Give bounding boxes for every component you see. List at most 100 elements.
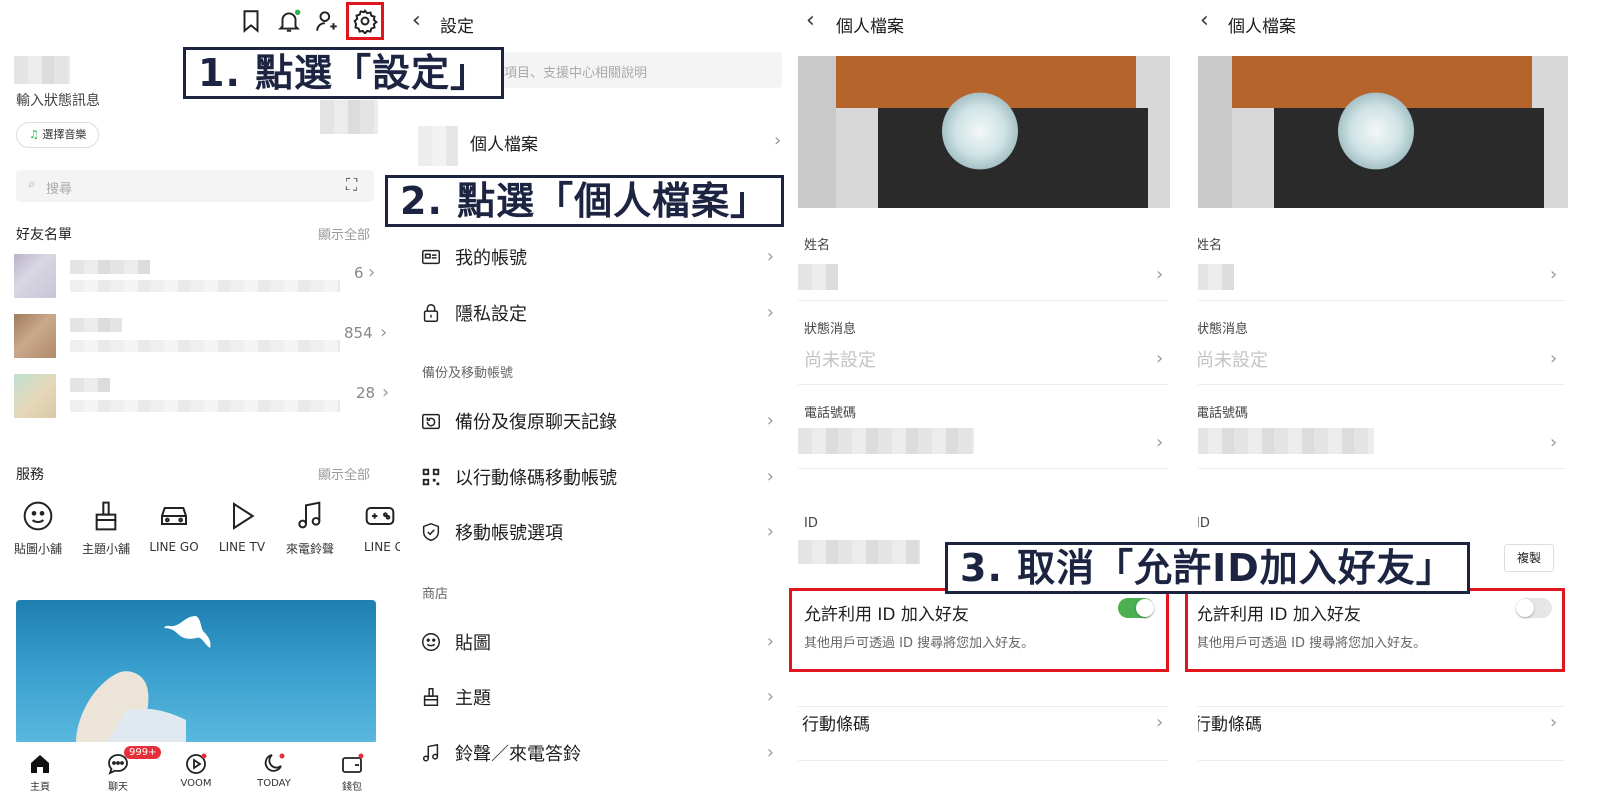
back-arrow-icon[interactable]: ‹ xyxy=(1200,8,1209,33)
profile-screen-after: ‹ 個人檔案 姓名 › 狀態消息 尚未設定 › 電話號碼 › ID 複製 允許利… xyxy=(1198,0,1588,800)
nav-voom[interactable]: VOOM xyxy=(166,752,226,789)
friend-row[interactable]: 6 › xyxy=(14,254,384,302)
chevron-right-icon: › xyxy=(766,410,774,431)
services-header: 服務 xyxy=(16,467,44,483)
divider xyxy=(798,300,1168,301)
qr-code-label[interactable]: 行動條碼 xyxy=(802,710,870,735)
smiley-icon xyxy=(22,501,54,536)
nav-home[interactable]: 主頁 xyxy=(10,752,70,793)
highlight-allow-id-after xyxy=(1185,588,1565,672)
copy-id-button[interactable]: 複製 xyxy=(1504,544,1554,572)
chevron-right-icon: › xyxy=(1156,264,1164,285)
friend-name-blurred xyxy=(70,260,150,274)
service-theme-shop[interactable]: 主題小舖 xyxy=(74,500,138,557)
friend-status-blurred xyxy=(70,340,340,352)
profile-item-label: 個人檔案 xyxy=(470,135,538,155)
back-arrow-icon[interactable]: ‹ xyxy=(412,8,421,33)
avatar xyxy=(14,314,56,358)
settings-item-my-account[interactable]: 我的帳號 › xyxy=(420,238,780,278)
highlight-allow-id-before xyxy=(789,588,1169,672)
friends-header: 好友名單 xyxy=(16,227,72,243)
chevron-right-icon: › xyxy=(1550,264,1558,285)
profile-settings-row[interactable]: 個人檔案 › xyxy=(418,126,788,170)
divider xyxy=(798,760,1168,761)
home-screen: 輸入狀態訊息 ♫ 選擇音樂 ⌕ 搜尋 ⛶ 好友名單 顯示全部 6 › 854 ›… xyxy=(0,0,400,800)
id-label: ID xyxy=(1198,516,1210,531)
settings-item-themes[interactable]: 主題 › xyxy=(420,678,780,718)
settings-item-ringtones[interactable]: 鈴聲／來電答鈴 › xyxy=(420,734,780,774)
nav-wallet[interactable]: 錢包 xyxy=(322,752,382,793)
settings-item-transfer-options[interactable]: 移動帳號選項 › xyxy=(420,513,780,553)
service-line-game[interactable]: LINE GAMI xyxy=(346,500,400,556)
game-icon xyxy=(364,507,396,536)
name-label: 姓名 xyxy=(804,238,831,253)
profile-cover-image[interactable] xyxy=(798,56,1170,208)
friend-status-blurred xyxy=(70,280,340,292)
status-value[interactable]: 尚未設定 xyxy=(1198,346,1268,372)
name-value-blurred[interactable] xyxy=(1198,264,1234,290)
friend-status-blurred xyxy=(70,400,340,412)
chevron-right-icon: › xyxy=(382,382,390,403)
status-label: 狀態消息 xyxy=(804,322,857,337)
chat-unread-badge: 999+ xyxy=(124,746,162,759)
section-backup-header: 備份及移動帳號 xyxy=(422,366,514,381)
service-ringtone[interactable]: 來電鈴聲 xyxy=(278,500,342,557)
name-value-blurred[interactable] xyxy=(798,264,838,290)
friend-name-blurred xyxy=(70,378,110,392)
chevron-right-icon: › xyxy=(1156,348,1164,369)
phone-value-blurred[interactable] xyxy=(1198,428,1374,454)
phone-value-blurred[interactable] xyxy=(798,428,974,454)
qr-code-label[interactable]: 行動條碼 xyxy=(1198,710,1262,735)
search-bar[interactable]: ⌕ 搜尋 ⛶ xyxy=(16,170,374,202)
back-arrow-icon[interactable]: ‹ xyxy=(806,8,815,33)
scan-icon[interactable]: ⛶ xyxy=(346,175,357,195)
friends-show-all[interactable]: 顯示全部 xyxy=(318,224,370,243)
avatar xyxy=(14,254,56,298)
nav-today[interactable]: TODAY xyxy=(244,752,304,789)
today-icon xyxy=(244,752,304,776)
step3-callout: 3. 取消「允許ID加入好友」 xyxy=(945,542,1470,594)
settings-screen: ‹ 設定 設定項目、支援中心相關說明 個人檔案 › 我的帳號 › 隱私設定 › … xyxy=(400,0,790,800)
lock-icon xyxy=(420,302,442,324)
settings-item-qr-transfer[interactable]: 以行動條碼移動帳號 › xyxy=(420,458,780,498)
services-show-all[interactable]: 顯示全部 xyxy=(318,464,370,483)
chevron-right-icon: › xyxy=(766,466,774,487)
phone-label: 電話號碼 xyxy=(804,406,857,421)
status-message[interactable]: 輸入狀態訊息 xyxy=(16,90,100,110)
status-label: 狀態消息 xyxy=(1198,322,1249,337)
promo-banner[interactable] xyxy=(16,600,376,744)
puma-shoe-image xyxy=(76,616,211,744)
qr-code-icon xyxy=(420,466,442,488)
id-label: ID xyxy=(804,516,818,531)
music-note-icon xyxy=(294,501,326,536)
chevron-right-icon: › xyxy=(766,302,774,323)
highlight-settings xyxy=(346,2,384,40)
bookmark-icon[interactable] xyxy=(238,8,264,34)
avatar xyxy=(14,374,56,418)
friend-row[interactable]: 854 › xyxy=(14,314,387,362)
id-card-icon xyxy=(420,246,442,268)
profile-photo-blurred[interactable] xyxy=(320,100,378,134)
settings-item-backup[interactable]: 備份及復原聊天記錄 › xyxy=(420,402,780,442)
music-note-icon: ♫ xyxy=(29,128,39,141)
service-line-go[interactable]: LINE GO xyxy=(142,500,206,554)
select-music-button[interactable]: ♫ 選擇音樂 xyxy=(16,122,100,148)
divider xyxy=(798,468,1168,469)
add-friend-icon[interactable] xyxy=(314,8,340,34)
section-store-header: 商店 xyxy=(422,587,449,602)
friend-row[interactable]: 28 › xyxy=(14,374,389,422)
friend-count: 28 xyxy=(356,384,376,402)
profile-screen-before: ‹ 個人檔案 姓名 › 狀態消息 尚未設定 › 電話號碼 › ID 允許利用 I… xyxy=(798,0,1188,800)
settings-item-privacy[interactable]: 隱私設定 › xyxy=(420,294,780,334)
step2-callout: 2. 點選「個人檔案」 xyxy=(385,175,785,227)
profile-cover-image[interactable] xyxy=(1198,56,1568,208)
divider xyxy=(798,706,1168,707)
service-line-tv[interactable]: LINE TV xyxy=(210,500,274,554)
settings-item-stickers[interactable]: 貼圖 › xyxy=(420,623,780,663)
voom-icon xyxy=(166,752,226,776)
service-sticker-shop[interactable]: 貼圖小舖 xyxy=(6,500,70,557)
chevron-right-icon: › xyxy=(1550,432,1558,453)
status-value[interactable]: 尚未設定 xyxy=(804,346,876,372)
bell-icon[interactable] xyxy=(276,8,302,34)
shield-icon xyxy=(420,521,442,543)
